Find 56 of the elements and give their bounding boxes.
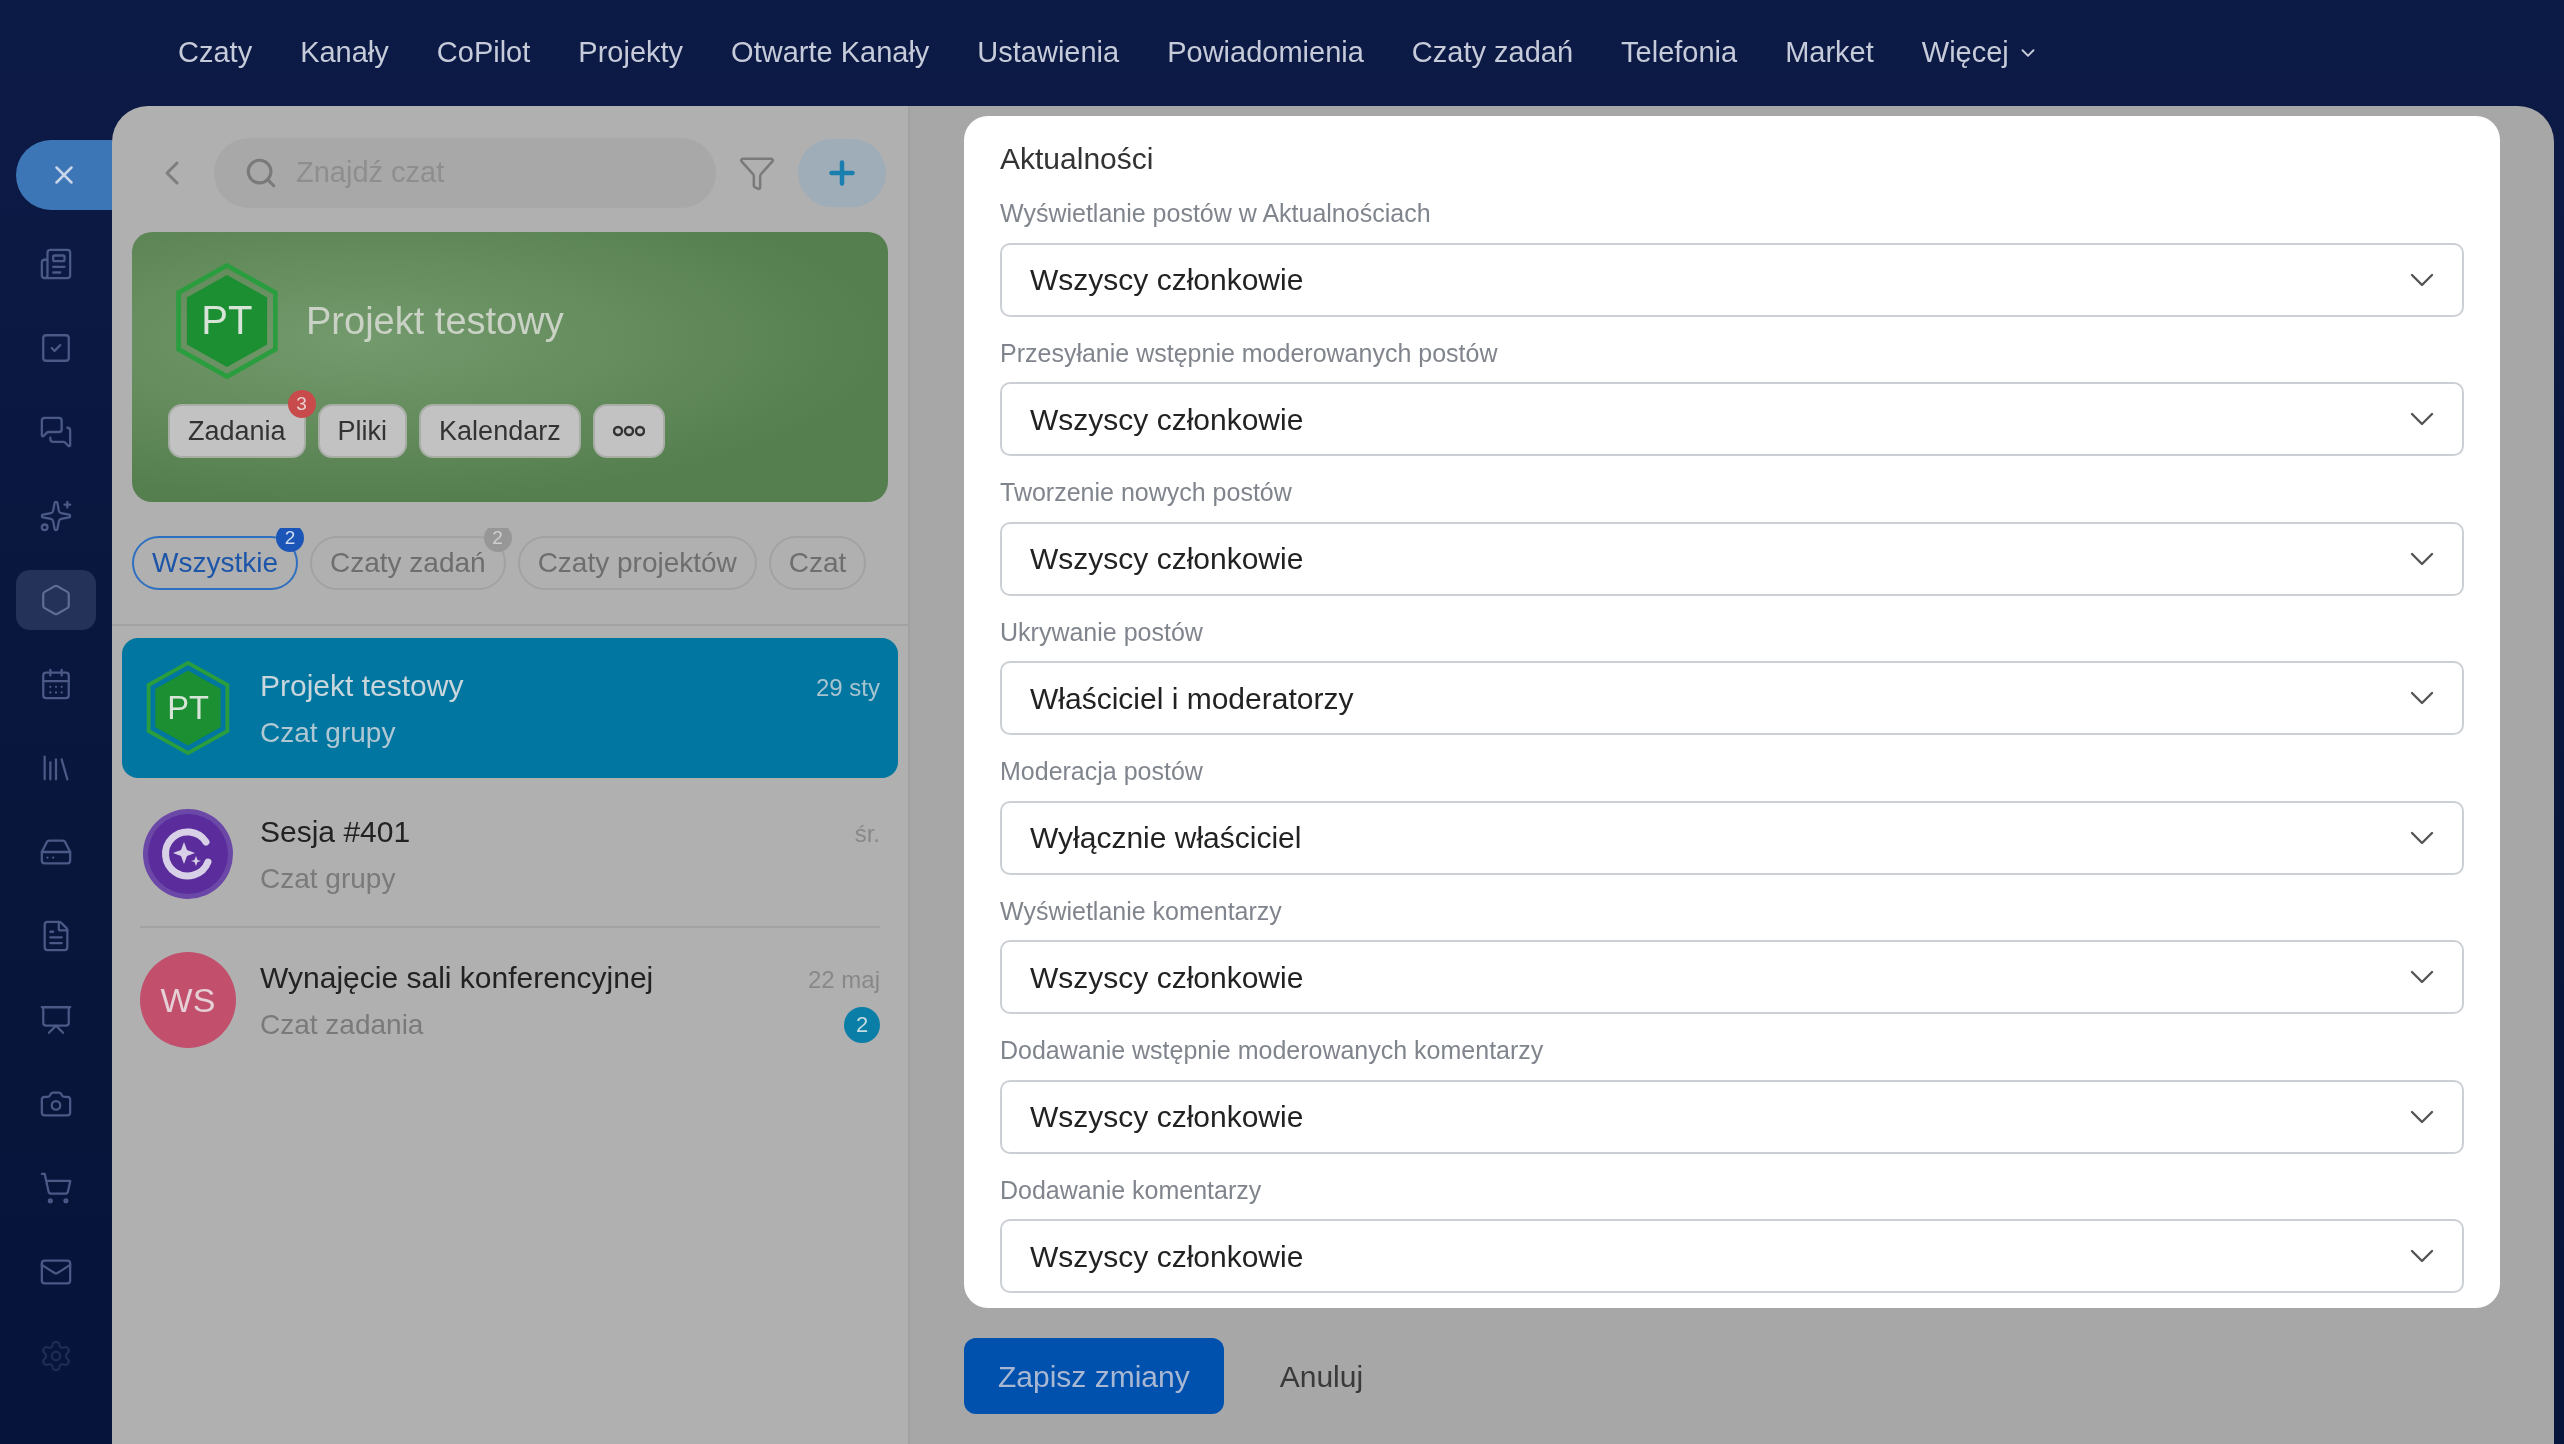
field-label: Wyświetlanie komentarzy (1000, 895, 1283, 927)
select-field[interactable]: Wszyscy członkowie (1000, 242, 2464, 317)
select-field[interactable]: Wszyscy członkowie (1000, 1079, 2464, 1154)
nav-link[interactable]: Ustawienia (977, 31, 1120, 75)
nav-link[interactable]: Market (1785, 31, 1874, 75)
field-label: Wyświetlanie postów w Aktualnościach (1000, 198, 1432, 229)
cancel-button[interactable]: Anuluj (1279, 1353, 1364, 1399)
nav-link[interactable]: CoPilot (436, 31, 531, 75)
field-label: Dodawanie wstępnie moderowanych komentarzy (1000, 1035, 1545, 1066)
select-field[interactable]: Wszyscy członkowie (1000, 940, 2464, 1014)
count-badge: 3 (287, 390, 316, 418)
chat-title: Projekt testowy (260, 667, 464, 704)
nav-link[interactable]: Kanały (300, 31, 389, 75)
header-chip-button[interactable]: Kalendarz (419, 404, 581, 458)
nav-link[interactable]: Projekty (578, 31, 684, 75)
select-field[interactable]: Wszyscy członkowie (1000, 521, 2464, 596)
field-label: Przesyłanie wstępnie moderowanych postów (1000, 337, 1499, 369)
select-field[interactable]: Właściciel i moderatorzy (1000, 661, 2464, 735)
nav-link[interactable]: Powiadomienia (1167, 31, 1364, 75)
select-field[interactable]: Wszyscy członkowie (1000, 1219, 2464, 1293)
chat-avatar: WS (140, 952, 236, 1048)
search-icon (244, 156, 278, 190)
chevron-down-icon (2410, 551, 2434, 566)
more-icon (612, 425, 645, 437)
header-chip-button[interactable]: Pliki (317, 404, 408, 458)
chevron-down-icon (2410, 412, 2434, 426)
field-label: Dodawanie komentarzy (1000, 1174, 1263, 1206)
chat-date: 29 sty (815, 672, 880, 703)
nav-link[interactable]: Więcej (1921, 31, 2039, 75)
count-badge: 2 (483, 528, 512, 552)
chevron-down-icon (2410, 970, 2434, 984)
chevron-down-icon (2410, 691, 2434, 705)
field-label: Ukrywanie postów (1000, 616, 1204, 648)
chevron-down-icon (2410, 1109, 2434, 1124)
select-field[interactable]: Wszyscy członkowie (1000, 382, 2464, 456)
unread-badge: 2 (844, 1006, 880, 1043)
chat-title: Sesja #401 (260, 813, 411, 850)
chevron-down-icon (2410, 830, 2434, 845)
nav-link[interactable]: Czaty zadań (1411, 31, 1574, 75)
count-badge: 2 (276, 528, 304, 552)
project-title: Projekt testowy (306, 298, 564, 344)
close-button[interactable] (16, 140, 112, 210)
chat-subtitle: Czat grupy (260, 715, 396, 750)
nav-link[interactable]: Otwarte Kanały (731, 31, 930, 75)
nav-link[interactable]: Telefonia (1621, 31, 1738, 75)
chevron-down-icon (2410, 272, 2434, 287)
field-label: Moderacja postów (1000, 756, 1204, 787)
select-field[interactable]: Wyłącznie właściciel (1000, 800, 2464, 875)
chat-title: Wynajęcie sali konferencyjnej (260, 959, 654, 996)
filter-icon[interactable] (738, 154, 776, 192)
section-title: Aktualności (1000, 141, 1155, 177)
save-button[interactable]: Zapisz zmiany (964, 1338, 1224, 1414)
chevron-down-icon (2410, 1249, 2434, 1263)
field-label: Tworzenie nowych postów (1000, 477, 1293, 508)
more-button[interactable] (592, 404, 665, 458)
nav-link[interactable]: Czaty (178, 31, 253, 75)
